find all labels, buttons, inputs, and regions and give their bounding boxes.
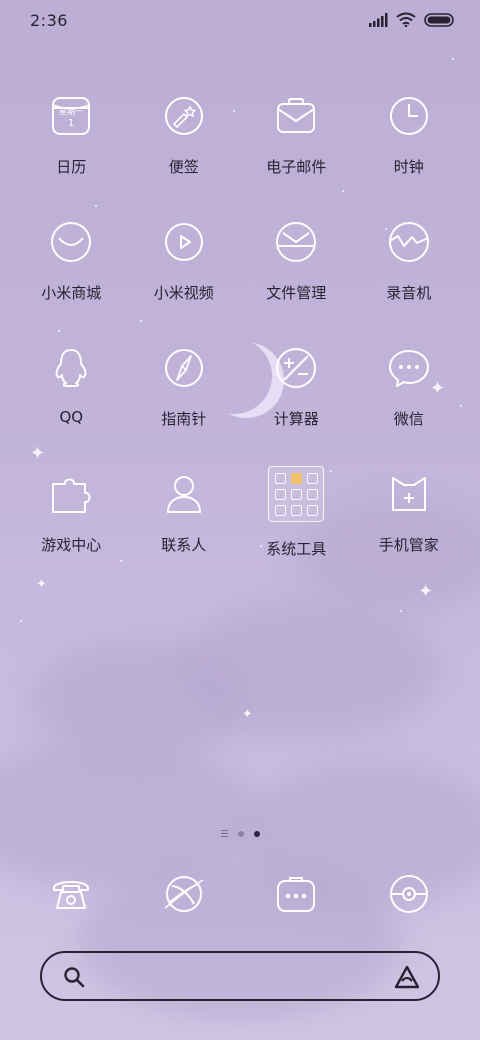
app-label: 微信 — [393, 410, 424, 428]
puzzle-icon — [47, 470, 95, 518]
app-wechat[interactable]: 微信 — [353, 344, 466, 470]
app-file-manager[interactable]: 文件管理 — [240, 218, 353, 344]
page-dot — [237, 830, 244, 837]
calendar-weekday: 星期一 — [59, 107, 83, 116]
app-label: 小米视频 — [153, 284, 214, 302]
battery-icon — [424, 12, 454, 27]
clock-icon — [385, 92, 433, 140]
browser-planet-icon[interactable] — [160, 870, 208, 918]
app-mi-video[interactable]: 小米视频 — [128, 218, 241, 344]
wifi-icon — [396, 12, 416, 27]
app-calendar[interactable]: 星期一 1 日历 — [15, 92, 128, 218]
security-shield-icon — [385, 470, 433, 518]
app-label: 小米商城 — [41, 284, 102, 302]
folder-icon — [268, 466, 325, 522]
app-label: 游戏中心 — [41, 536, 102, 554]
xiaoai-assistant-icon[interactable] — [394, 965, 420, 989]
app-label: 便签 — [168, 158, 199, 176]
app-label: 时钟 — [393, 158, 424, 176]
camera-icon[interactable] — [385, 870, 433, 918]
app-label: 日历 — [56, 158, 87, 176]
app-label: 手机管家 — [378, 536, 439, 554]
calendar-icon: 星期一 1 — [47, 92, 95, 140]
app-label: 系统工具 — [266, 540, 327, 558]
app-label: 文件管理 — [266, 284, 327, 302]
qq-penguin-icon — [47, 344, 95, 392]
app-system-tools-folder[interactable]: 系统工具 — [240, 466, 353, 596]
app-clock[interactable]: 时钟 — [353, 92, 466, 218]
app-grid: 星期一 1 日历 便签 电子邮件 时钟 小米商城 小米视频 文件管理 录音机 Q… — [15, 92, 465, 596]
notes-icon — [160, 92, 208, 140]
search-input[interactable] — [98, 961, 372, 993]
page-dot-active — [253, 830, 260, 837]
video-play-icon — [160, 218, 208, 266]
status-time: 2:36 — [30, 11, 68, 30]
app-notes[interactable]: 便签 — [128, 92, 241, 218]
app-email[interactable]: 电子邮件 — [240, 92, 353, 218]
app-contacts[interactable]: 联系人 — [128, 470, 241, 596]
app-qq[interactable]: QQ — [15, 344, 128, 470]
wechat-bubble-icon — [385, 344, 433, 392]
app-compass[interactable]: 指南针 — [128, 344, 241, 470]
app-label: 录音机 — [386, 284, 432, 302]
app-label: 电子邮件 — [266, 158, 327, 176]
compass-icon — [160, 344, 208, 392]
app-label: 指南针 — [161, 410, 207, 428]
messages-icon[interactable] — [272, 870, 320, 918]
app-game-center[interactable]: 游戏中心 — [15, 470, 128, 596]
calendar-day: 1 — [68, 118, 74, 129]
signal-icon — [369, 12, 388, 27]
search-icon — [64, 967, 85, 988]
app-recorder[interactable]: 录音机 — [353, 218, 466, 344]
app-mi-store[interactable]: 小米商城 — [15, 218, 128, 344]
app-calculator[interactable]: 计算器 — [240, 344, 353, 470]
sparkle: ✦ — [242, 707, 253, 722]
phone-icon[interactable] — [47, 870, 95, 918]
calculator-icon — [272, 344, 320, 392]
store-smile-icon — [47, 218, 95, 266]
page-indicator[interactable] — [0, 830, 480, 837]
app-label: 联系人 — [161, 536, 207, 554]
status-bar: 2:36 — [0, 0, 480, 42]
minus-one-screen-icon — [220, 830, 228, 837]
app-label: 计算器 — [273, 410, 319, 428]
app-security[interactable]: 手机管家 — [353, 470, 466, 596]
contacts-person-icon — [160, 470, 208, 518]
search-bar[interactable] — [40, 951, 440, 1001]
dock — [15, 870, 465, 918]
recorder-wave-icon — [385, 218, 433, 266]
mail-icon — [272, 92, 320, 140]
file-manager-icon — [272, 218, 320, 266]
app-label: QQ — [59, 408, 84, 426]
